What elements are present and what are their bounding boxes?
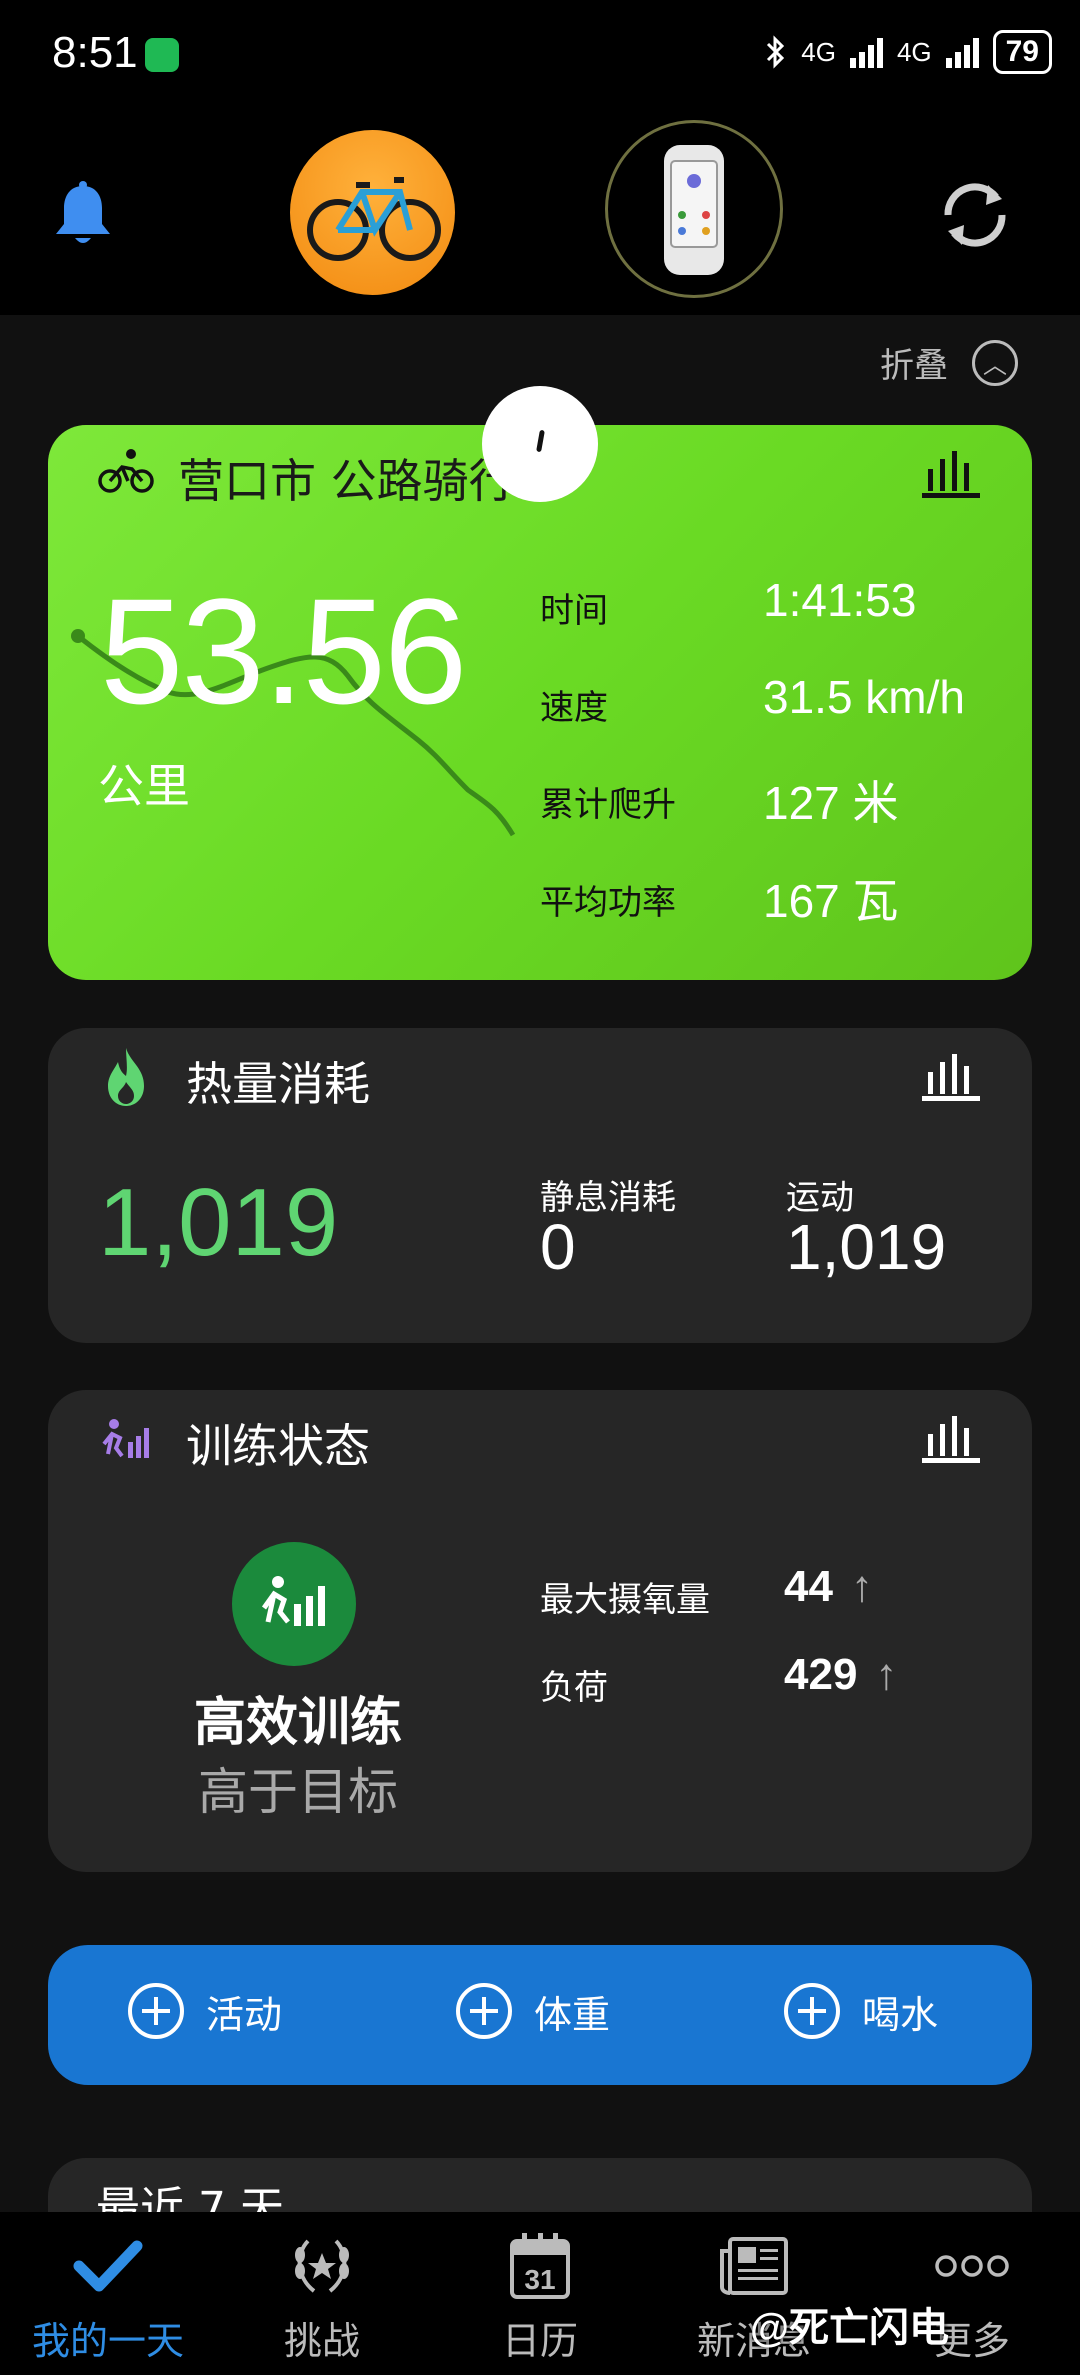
calendar-day: 31 [524, 2264, 555, 2295]
training-runner-icon [102, 1419, 149, 1458]
calories-card[interactable]: 热量消耗 1,019 静息消耗 0 运动 1,019 [48, 1028, 1032, 1343]
cycling-icon [98, 449, 154, 493]
signal-icon-2 [945, 36, 979, 68]
stat-label-power: 平均功率 [540, 883, 676, 923]
load-label: 负荷 [540, 1668, 608, 1708]
quick-add-bar: 活动 体重 喝水 [48, 1945, 1032, 2085]
nav-calendar[interactable]: 31 日历 [440, 2230, 640, 2365]
clock: 8:51 [52, 28, 138, 77]
training-status-card[interactable]: 训练状态 高效训练 高于目标 最大摄氧量 44 ↑ 负荷 429 ↑ [48, 1390, 1032, 1872]
bar-chart-icon[interactable] [922, 1412, 980, 1464]
arrow-up-icon: ↑ [875, 1650, 898, 1699]
activity-card[interactable]: 营口市 公路骑行 53.56 公里 时间 1:41:53 速度 31.5 km/… [48, 425, 1032, 980]
plus-circle-icon [784, 1983, 840, 2039]
arrow-up-icon: ↑ [850, 1562, 873, 1611]
add-weight-label: 体重 [534, 1992, 611, 2037]
resting-value: 0 [540, 1211, 576, 1283]
flame-icon [108, 1048, 144, 1106]
nav-label: 挑战 [283, 2319, 360, 2363]
floating-assist-button[interactable] [482, 386, 598, 502]
chevron-up-icon: ︿ [972, 339, 1018, 386]
news-icon [720, 2237, 788, 2295]
training-status-badge [232, 1542, 356, 1666]
watermark: @死亡闪电 [750, 2306, 950, 2350]
status-bar: 8:51 4G 4G 79 [0, 0, 1080, 110]
collapse-label: 折叠 [880, 346, 948, 386]
bar-chart-icon[interactable] [922, 1050, 980, 1102]
collapse-toggle[interactable]: 折叠 ︿ [880, 338, 1018, 387]
add-water-label: 喝水 [862, 1992, 939, 2037]
stat-value-ascent: 127 米 [763, 777, 899, 829]
stat-label-ascent: 累计爬升 [540, 785, 676, 825]
battery-indicator: 79 [992, 30, 1052, 74]
stat-value-speed: 31.5 km/h [763, 671, 965, 723]
bell-icon[interactable] [50, 180, 116, 250]
load-value-row: 429 ↑ [784, 1650, 897, 1700]
calendar-icon: 31 [510, 2233, 570, 2299]
gps-device-icon [664, 145, 724, 275]
activity-title: 营口市 公路骑行 [178, 454, 515, 508]
nav-my-day[interactable]: 我的一天 [8, 2230, 208, 2365]
stat-label-speed: 速度 [540, 688, 608, 728]
network-label-2: 4G [896, 36, 932, 67]
distance-value: 53.56 [100, 567, 467, 735]
bluetooth-icon [767, 35, 785, 69]
vo2max-label: 最大摄氧量 [540, 1580, 710, 1620]
calories-title: 热量消耗 [186, 1057, 370, 1111]
add-activity-label: 活动 [206, 1992, 283, 2037]
nav-label: 我的一天 [31, 2319, 184, 2363]
check-icon [73, 2240, 143, 2292]
plus-circle-icon [456, 1983, 512, 2039]
plus-circle-icon [128, 1983, 184, 2039]
nav-label: 日历 [501, 2319, 578, 2363]
add-weight-button[interactable]: 体重 [456, 1983, 610, 2039]
distance-unit: 公里 [98, 759, 190, 813]
training-status-text: 高效训练 [193, 1693, 402, 1753]
sync-icon[interactable] [930, 175, 1020, 255]
wechat-notification-icon [145, 38, 179, 72]
training-status-subtext: 高于目标 [198, 1763, 398, 1821]
stat-label-time: 时间 [540, 591, 608, 631]
more-icon [935, 2255, 1009, 2277]
nav-challenges[interactable]: 挑战 [222, 2230, 422, 2365]
vo2max-value: 44 [784, 1562, 833, 1611]
productive-runner-icon [261, 1576, 325, 1626]
stat-value-power: 167 瓦 [763, 875, 899, 927]
add-water-button[interactable]: 喝水 [784, 1983, 938, 2039]
load-value: 429 [784, 1650, 858, 1699]
bar-chart-icon[interactable] [922, 447, 980, 499]
training-title: 训练状态 [186, 1419, 370, 1473]
active-value: 1,019 [786, 1211, 947, 1283]
stat-value-time: 1:41:53 [763, 574, 917, 626]
calories-total: 1,019 [98, 1169, 339, 1276]
network-label-1: 4G [801, 36, 836, 67]
add-activity-button[interactable]: 活动 [128, 1983, 282, 2039]
laurel-icon [295, 2239, 349, 2293]
bicycle-icon [307, 177, 441, 261]
app-header [0, 110, 1080, 315]
device-avatar[interactable] [605, 120, 783, 298]
activity-avatar[interactable] [290, 130, 455, 295]
vo2max-value-row: 44 ↑ [784, 1562, 873, 1612]
signal-icon-1 [849, 36, 883, 68]
status-icons: 4G 4G 79 [765, 30, 1052, 74]
